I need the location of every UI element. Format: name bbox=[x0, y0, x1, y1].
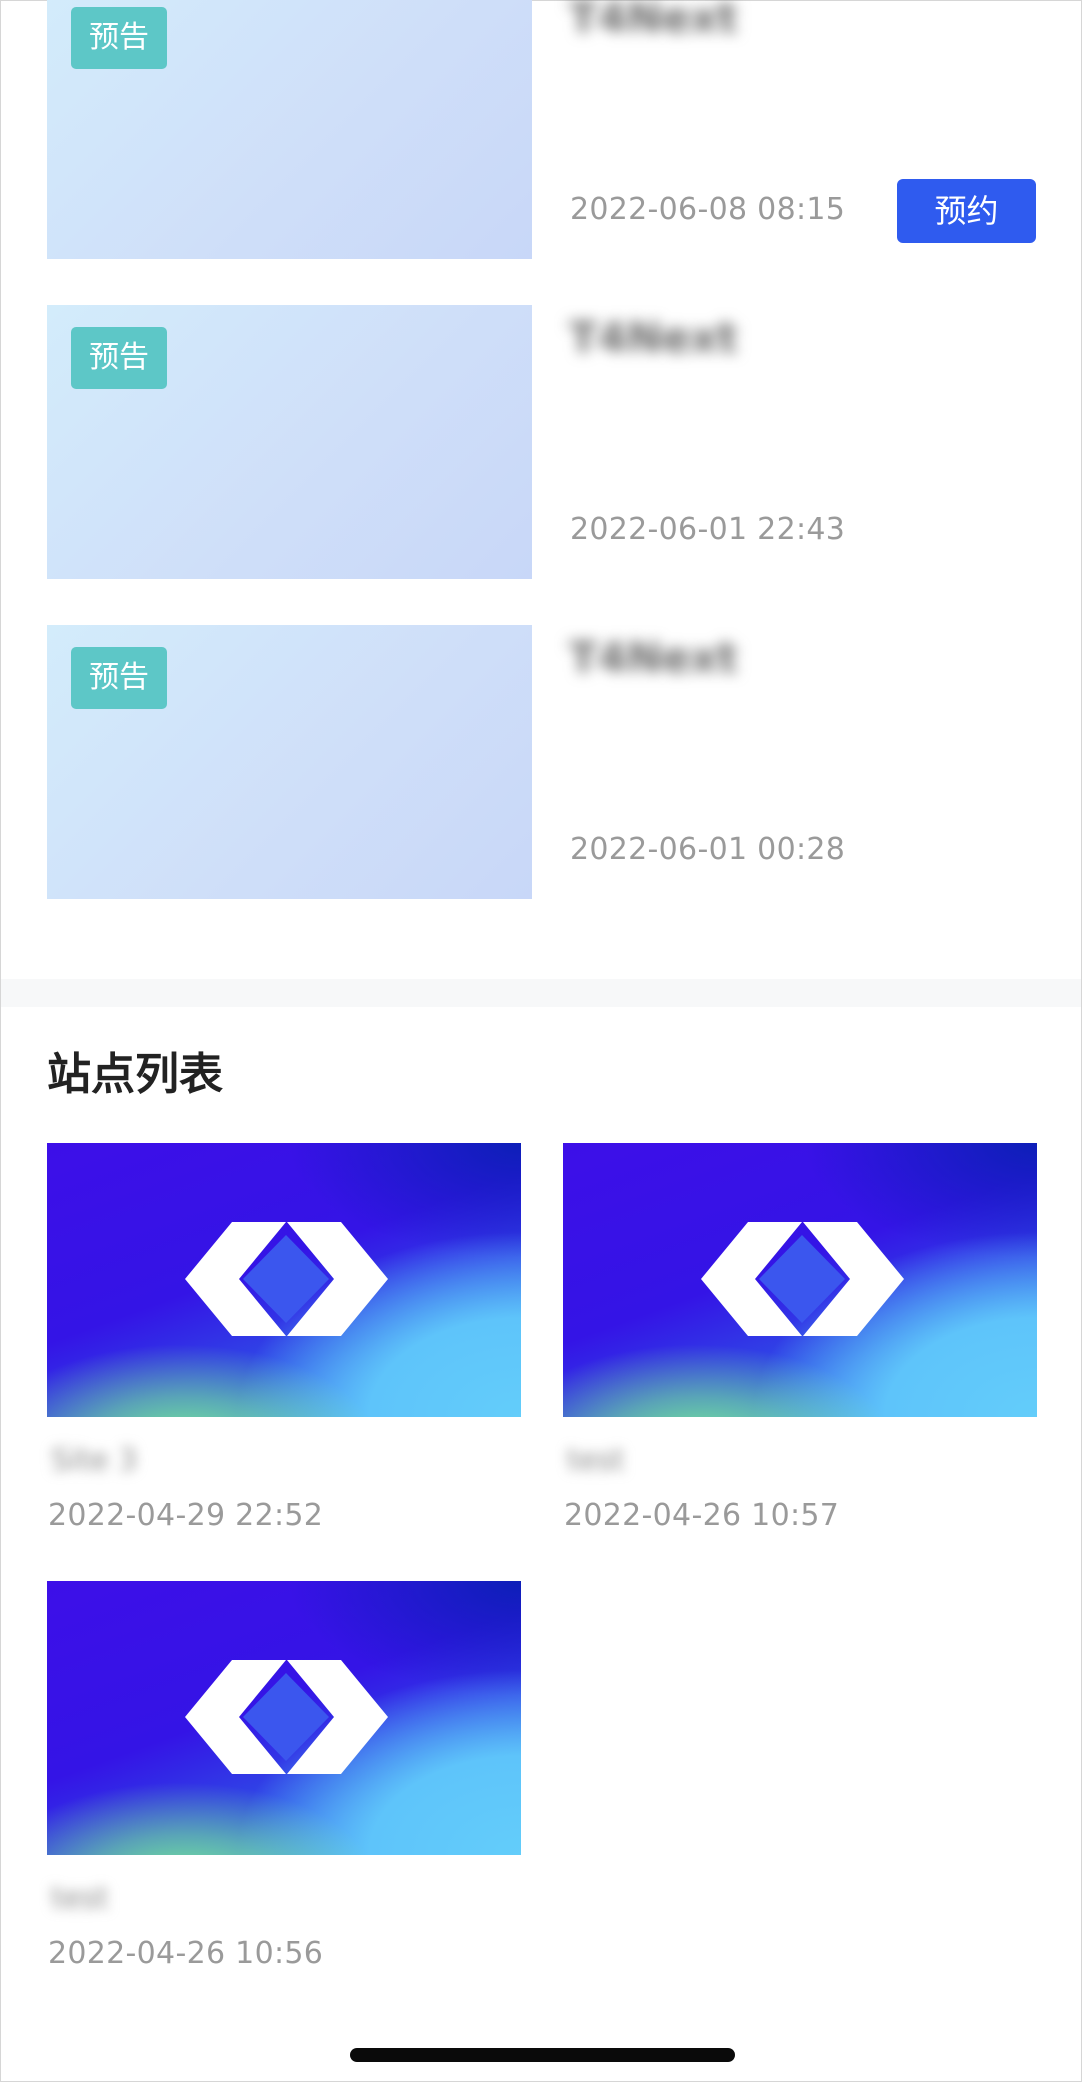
site-name[interactable]: test bbox=[51, 1881, 109, 1917]
diamond-logo-icon bbox=[185, 1222, 388, 1336]
site-time: 2022-04-29 22:52 bbox=[48, 1498, 324, 1533]
diamond-logo-icon bbox=[185, 1660, 388, 1774]
event-title[interactable]: T4Next bbox=[569, 633, 738, 683]
site-time: 2022-04-26 10:56 bbox=[48, 1936, 324, 1971]
preview-badge: 预告 bbox=[71, 327, 167, 389]
diamond-logo-icon bbox=[701, 1222, 904, 1336]
preview-event-item[interactable]: 预告 T4Next 2022-06-08 08:15 预约 bbox=[47, 0, 1037, 259]
site-time: 2022-04-26 10:57 bbox=[564, 1498, 840, 1533]
section-divider bbox=[1, 979, 1081, 1007]
preview-event-item[interactable]: 预告 T4Next 2022-06-01 22:43 bbox=[47, 305, 1037, 579]
site-list-title: 站点列表 bbox=[47, 1049, 223, 1100]
site-thumbnail[interactable] bbox=[563, 1143, 1037, 1417]
site-thumbnail[interactable] bbox=[47, 1581, 521, 1855]
preview-badge: 预告 bbox=[71, 7, 167, 69]
event-title[interactable]: T4Next bbox=[569, 0, 738, 43]
event-time: 2022-06-01 00:28 bbox=[570, 832, 846, 867]
event-thumbnail[interactable]: 预告 bbox=[47, 0, 532, 259]
preview-badge: 预告 bbox=[71, 647, 167, 709]
event-thumbnail[interactable]: 预告 bbox=[47, 625, 532, 899]
event-time: 2022-06-08 08:15 bbox=[570, 192, 846, 227]
preview-event-item[interactable]: 预告 T4Next 2022-06-01 00:28 bbox=[47, 625, 1037, 899]
site-thumbnail[interactable] bbox=[47, 1143, 521, 1417]
event-thumbnail[interactable]: 预告 bbox=[47, 305, 532, 579]
site-name[interactable]: Site 3 bbox=[51, 1443, 137, 1479]
event-time: 2022-06-01 22:43 bbox=[570, 512, 846, 547]
screen: 预告 T4Next 2022-06-08 08:15 预约 预告 T4Next … bbox=[0, 0, 1082, 2082]
reserve-button[interactable]: 预约 bbox=[897, 179, 1036, 243]
event-title[interactable]: T4Next bbox=[569, 313, 738, 363]
home-indicator[interactable] bbox=[350, 2048, 735, 2062]
site-name[interactable]: test bbox=[567, 1443, 625, 1479]
